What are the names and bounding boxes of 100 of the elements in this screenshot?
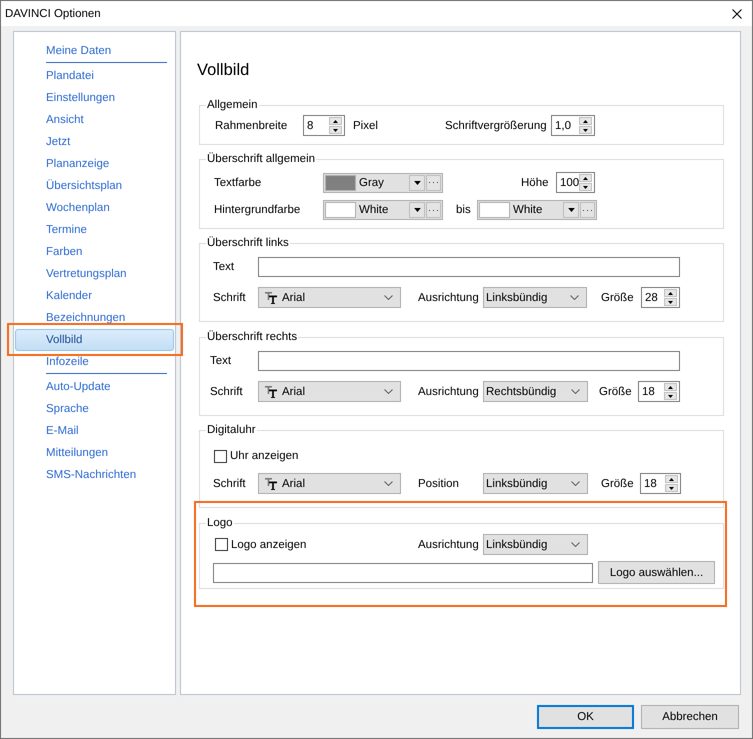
font-dropdown[interactable]: Arial [258,287,401,308]
chevron-down-icon [384,295,393,300]
field-label: Größe [601,290,634,306]
sidebar-item[interactable]: Vollbild [15,329,174,351]
dropdown[interactable]: Linksbündig [483,287,587,308]
spin-up-button[interactable] [329,117,342,125]
dropdown-button[interactable] [409,174,425,190]
color-dropdown[interactable]: White [323,200,443,220]
caret-down-icon [583,128,588,132]
caret-down-icon [668,394,673,398]
sidebar-item[interactable]: Farben [15,241,174,263]
group-title: Überschrift rechts [206,329,298,345]
checkbox-label[interactable]: Logo anzeigen [231,536,306,552]
caret-down-icon [333,128,338,132]
sidebar-item[interactable]: Sprache [15,398,174,420]
caret-up-icon [669,478,674,480]
font-icon [265,478,277,490]
font-dropdown[interactable]: Arial [258,381,401,402]
checkbox-label[interactable]: Uhr anzeigen [230,448,298,464]
caret-up-icon [668,386,673,388]
caret-down-icon [669,486,674,490]
spin-down-button[interactable] [329,126,342,134]
text-field[interactable] [258,351,680,371]
field-label: Position [418,476,459,492]
dialog-button[interactable]: Abbrechen [641,705,739,729]
sidebar-item[interactable]: SMS-Nachrichten [15,464,174,486]
dropdown-button[interactable] [563,202,579,218]
number-spinner[interactable]: 28 [641,287,680,308]
sidebar-item[interactable]: Auto-Update [15,376,174,398]
spin-up-button[interactable] [664,383,677,391]
sidebar-item[interactable]: Jetzt [15,131,174,153]
caret-down-icon [414,180,420,184]
close-icon[interactable] [732,8,742,18]
text-field[interactable] [258,257,680,277]
caret-down-icon [583,186,588,188]
sidebar-item[interactable]: Plandatei [15,65,174,87]
sidebar-item[interactable]: Termine [15,219,174,241]
spin-down-button[interactable] [664,392,677,400]
page-title: Vollbild [197,60,250,81]
caret-up-icon [583,176,588,180]
spin-down-button[interactable] [665,484,678,492]
spin-down-button[interactable] [579,183,592,191]
field-label: bis [456,203,471,218]
dropdown[interactable]: Linksbündig [483,473,588,494]
number-spinner[interactable]: 1,0 [551,115,595,136]
checkbox[interactable] [215,538,228,551]
spin-up-button[interactable] [665,475,678,483]
field-label: Schrift [213,476,246,492]
select-logo-button[interactable]: Logo auswählen... [598,561,715,584]
field-label: Rahmenbreite [215,118,288,134]
field-label: Höhe [521,176,548,190]
spin-down-button[interactable] [579,126,592,134]
chevron-down-icon [571,542,580,547]
sidebar-item[interactable]: Kalender [15,285,174,307]
field-label: Schriftvergrößerung [445,118,547,134]
caret-down-icon [668,300,673,304]
color-dropdown[interactable]: Gray [323,172,443,192]
sidebar-item[interactable]: Mitteilungen [15,442,174,464]
sidebar-item[interactable]: Vertretungsplan [15,263,174,285]
sidebar-item[interactable]: Bezeichnungen [15,307,174,329]
sidebar-item[interactable]: Übersichtsplan [15,175,174,197]
field-label: Hintergrundfarbe [214,203,300,218]
group-title: Allgemein [206,98,258,113]
sidebar-item[interactable]: E-Mail [15,420,174,442]
chevron-down-icon [384,481,393,486]
field-label: Textfarbe [214,176,262,190]
caret-down-icon [568,208,574,212]
sidebar-item[interactable]: Einstellungen [15,87,174,109]
dropdown[interactable]: Linksbündig [483,534,588,555]
sidebar-item[interactable]: Infozeile [15,351,174,373]
sidebar-item[interactable]: Meine Daten [15,40,174,62]
font-dropdown[interactable]: Arial [258,473,401,494]
number-spinner[interactable]: 18 [640,473,681,494]
spin-down-button[interactable] [664,298,677,306]
group-title: Überschrift allgemein [206,151,316,167]
number-spinner[interactable]: 100 [556,172,595,193]
spin-up-button[interactable] [579,174,592,182]
dialog-button[interactable]: OK [537,705,634,729]
checkbox[interactable] [214,450,227,462]
field-label: Ausrichtung [418,290,479,306]
text-field[interactable] [213,562,593,582]
number-spinner[interactable]: 8 [303,115,345,136]
field-label: Text [213,260,234,275]
spin-up-button[interactable] [664,289,677,297]
field-label: Schrift [210,384,243,400]
dropdown[interactable]: Rechtsbündig [483,381,588,402]
chevron-down-icon [384,389,393,394]
number-spinner[interactable]: 18 [638,381,680,402]
sidebar-item[interactable]: Ansicht [15,109,174,131]
group-title: Überschrift links [206,235,290,251]
dropdown-button[interactable] [409,202,425,218]
field-label: Größe [601,476,634,492]
color-dropdown[interactable]: White [477,200,597,220]
caret-up-icon [583,120,588,122]
group-title: Digitaluhr [206,423,257,438]
spin-up-button[interactable] [579,117,592,125]
sidebar-item[interactable]: Plananzeige [15,153,174,175]
field-label: Ausrichtung [418,384,479,400]
field-label: Schrift [213,290,246,306]
sidebar-item[interactable]: Wochenplan [15,197,174,219]
